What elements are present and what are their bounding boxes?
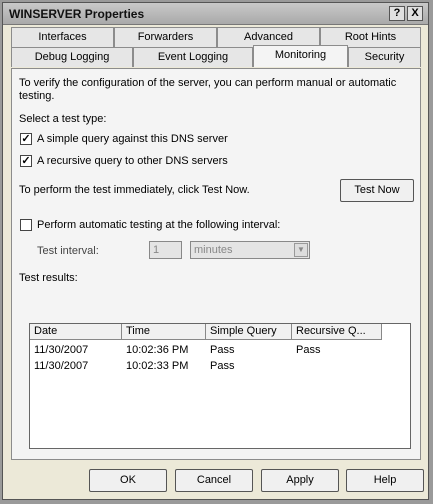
interval-unit-select[interactable]: minutes ▼ — [190, 241, 310, 259]
recursive-query-label[interactable]: A recursive query to other DNS servers — [37, 155, 228, 167]
intro-text: To verify the configuration of the serve… — [19, 77, 397, 102]
tab-event-logging[interactable]: Event Logging — [133, 47, 253, 67]
checkmark-icon: ✓ — [21, 133, 31, 145]
result-date[interactable]: 11/30/2007 — [34, 360, 88, 372]
column-header-recursive-query[interactable]: Recursive Q... — [292, 324, 382, 340]
select-test-label: Select a test type: — [19, 113, 107, 125]
tab-forwarders[interactable]: Forwarders — [114, 27, 217, 47]
automatic-testing-label[interactable]: Perform automatic testing at the followi… — [37, 219, 280, 231]
tab-monitoring[interactable]: Monitoring — [253, 45, 348, 67]
close-title-button[interactable]: X — [407, 6, 423, 21]
column-header-simple-query[interactable]: Simple Query — [206, 324, 292, 340]
cancel-button[interactable]: Cancel — [175, 469, 253, 492]
window-title: WINSERVER Properties — [9, 7, 145, 21]
test-now-button[interactable]: Test Now — [340, 179, 414, 202]
result-time[interactable]: 10:02:33 PM — [126, 360, 188, 372]
test-interval-input[interactable]: 1 — [149, 241, 182, 259]
simple-query-checkbox[interactable]: ✓ — [20, 133, 32, 145]
chevron-down-icon[interactable]: ▼ — [294, 243, 308, 257]
result-recursive[interactable]: Pass — [296, 344, 320, 356]
checkmark-icon: ✓ — [21, 155, 31, 167]
tab-root-hints[interactable]: Root Hints — [320, 27, 421, 47]
automatic-testing-checkbox[interactable] — [20, 219, 32, 231]
test-interval-label: Test interval: — [37, 245, 99, 257]
help-button[interactable]: Help — [346, 469, 424, 492]
help-title-button[interactable]: ? — [389, 6, 405, 21]
result-date[interactable]: 11/30/2007 — [34, 344, 88, 356]
properties-dialog: WINSERVER Properties ? X Interfaces Forw… — [2, 2, 429, 500]
recursive-query-checkbox[interactable]: ✓ — [20, 155, 32, 167]
ok-button[interactable]: OK — [89, 469, 167, 492]
interval-unit-value: minutes — [194, 244, 233, 256]
test-now-hint: To perform the test immediately, click T… — [19, 184, 250, 196]
tab-debug-logging[interactable]: Debug Logging — [11, 47, 133, 67]
tab-interfaces[interactable]: Interfaces — [11, 27, 114, 47]
column-header-date[interactable]: Date — [30, 324, 122, 340]
tab-security[interactable]: Security — [348, 47, 421, 67]
result-simple[interactable]: Pass — [210, 360, 234, 372]
result-time[interactable]: 10:02:36 PM — [126, 344, 188, 356]
result-simple[interactable]: Pass — [210, 344, 234, 356]
test-results-list[interactable]: Date Time Simple Query Recursive Q... 11… — [29, 323, 411, 449]
tab-advanced[interactable]: Advanced — [217, 27, 320, 47]
title-bar[interactable]: WINSERVER Properties ? X — [3, 3, 428, 25]
apply-button[interactable]: Apply — [261, 469, 339, 492]
test-results-label: Test results: — [19, 272, 78, 284]
column-header-time[interactable]: Time — [122, 324, 206, 340]
simple-query-label[interactable]: A simple query against this DNS server — [37, 133, 228, 145]
